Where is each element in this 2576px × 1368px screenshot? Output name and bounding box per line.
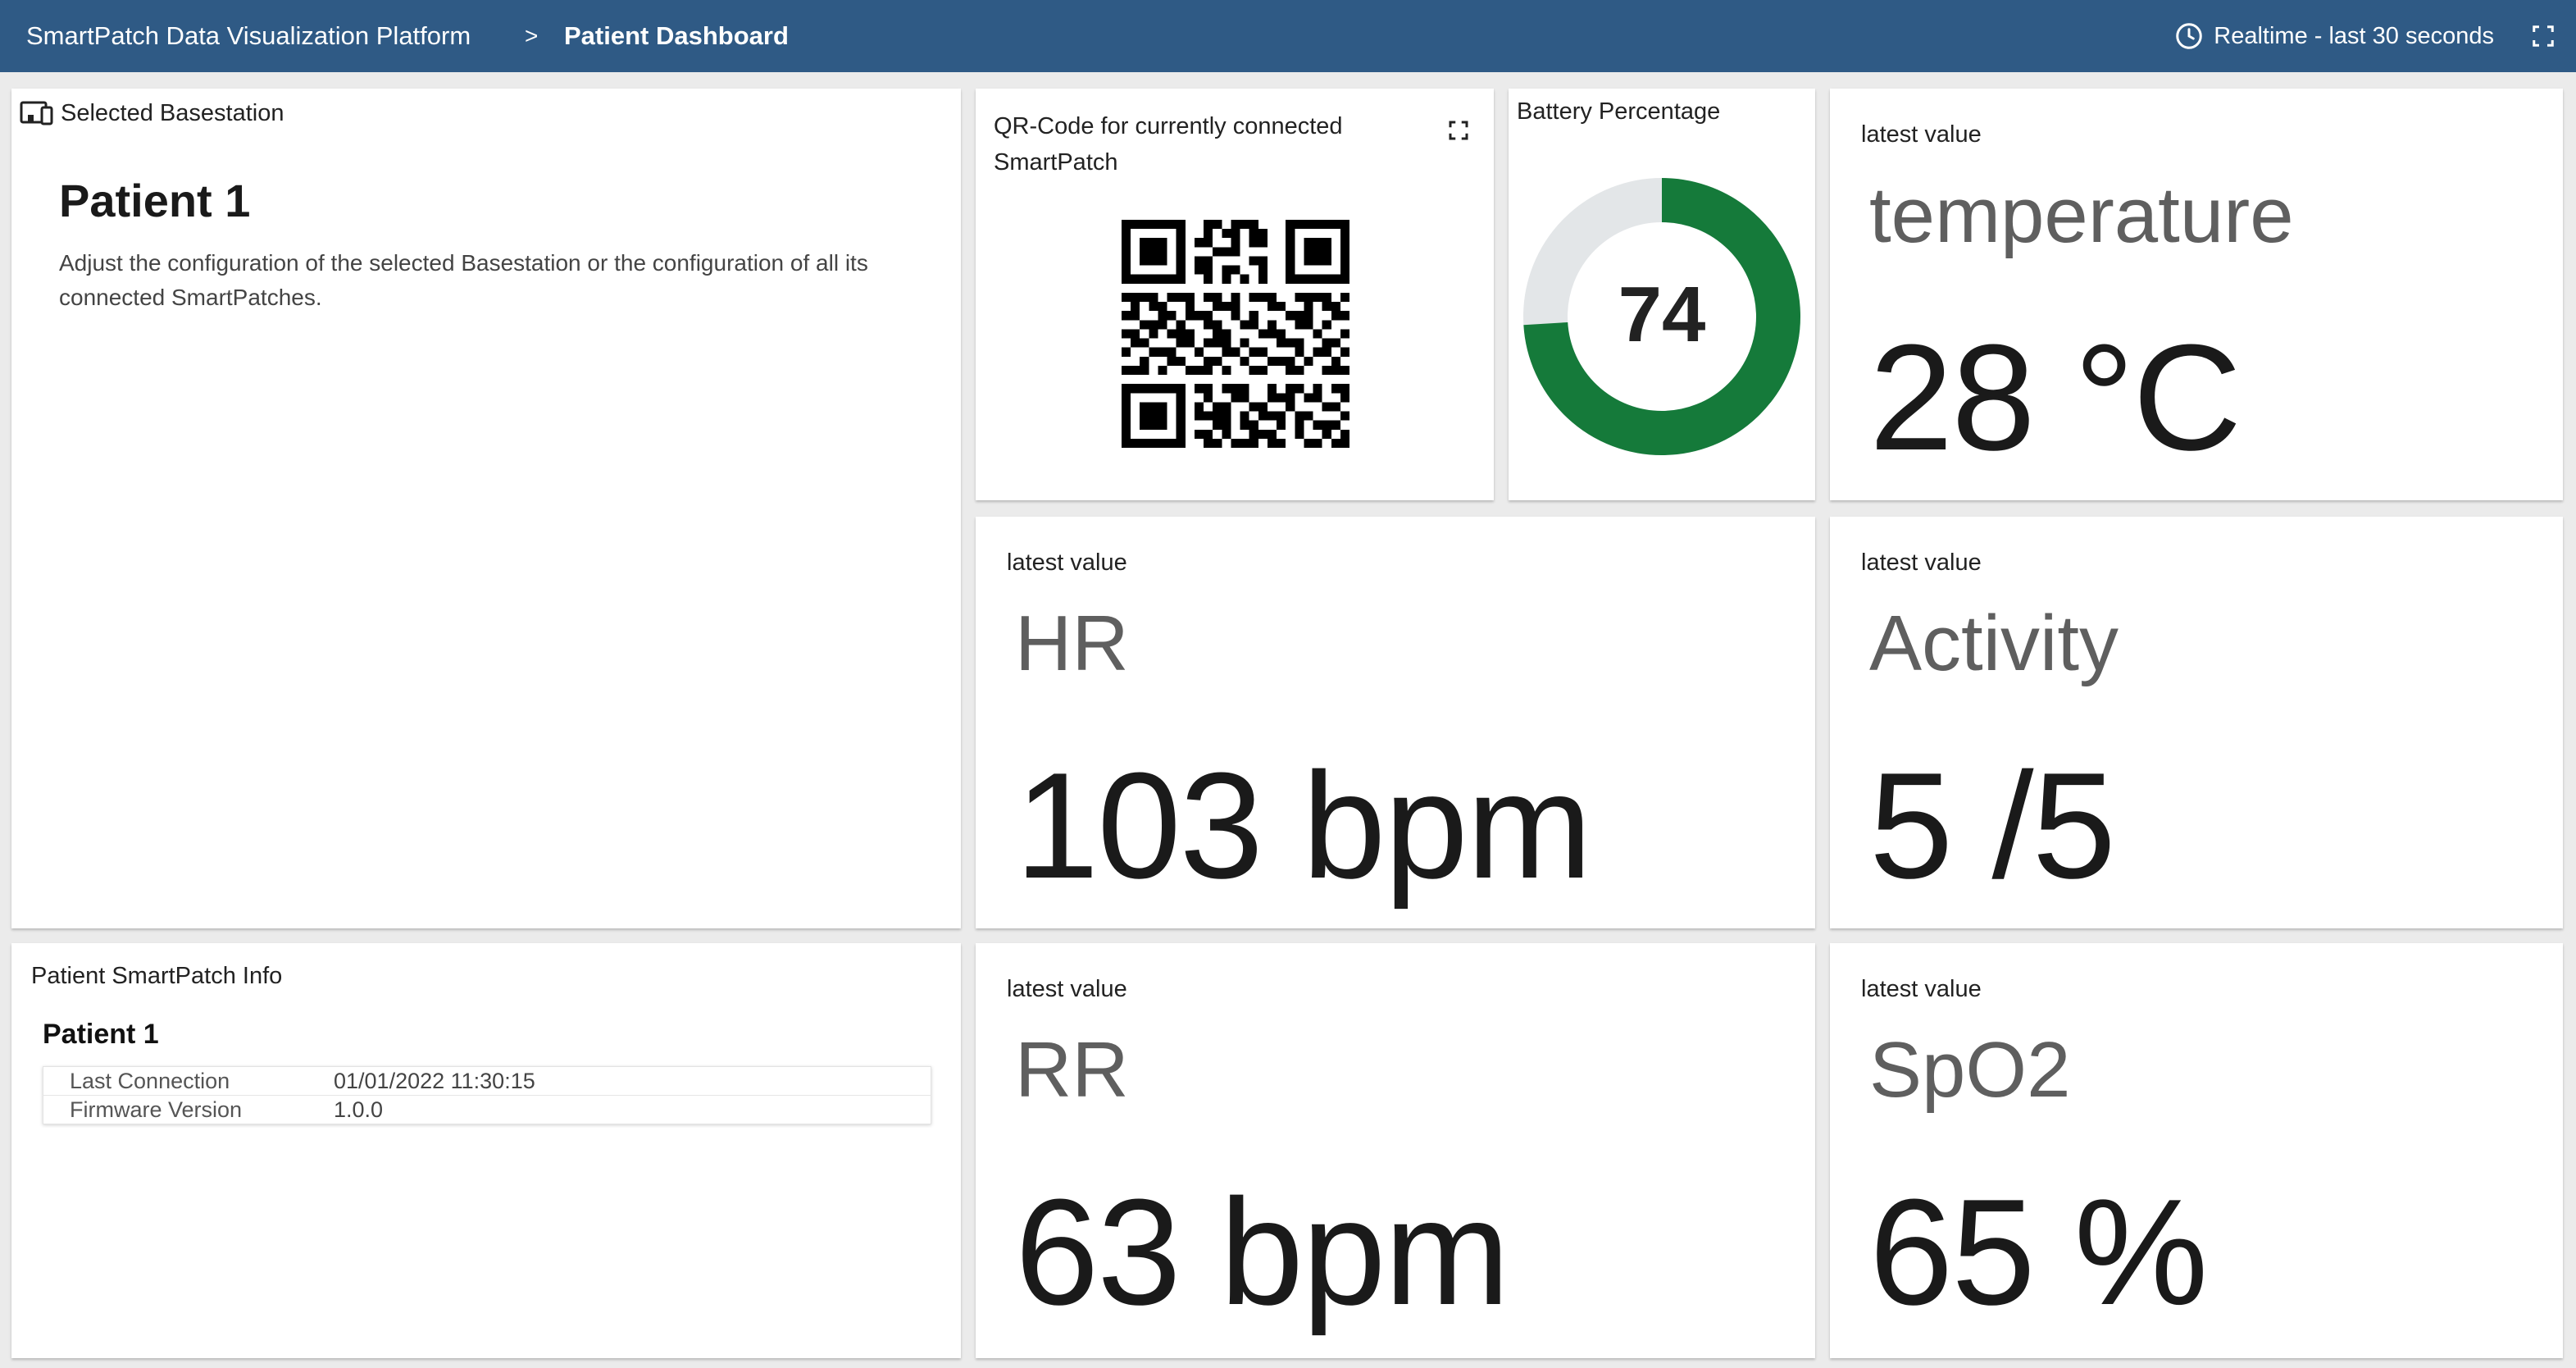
spo2-name: SpO2 bbox=[1869, 1026, 2071, 1114]
hr-panel: latest value HR 103 bpm bbox=[976, 517, 1815, 928]
activity-panel: latest value Activity 5 /5 bbox=[1830, 517, 2563, 928]
fullscreen-icon[interactable] bbox=[2528, 21, 2558, 51]
qr-panel-title: QR-Code for currently connected SmartPat… bbox=[994, 113, 1343, 176]
battery-panel: Battery Percentage 74 bbox=[1509, 89, 1815, 500]
temperature-label: latest value bbox=[1861, 121, 1982, 148]
spo2-value: 65 % bbox=[1869, 1167, 2208, 1336]
top-bar: SmartPatch Data Visualization Platform >… bbox=[0, 0, 2576, 72]
breadcrumb-current-page: Patient Dashboard bbox=[564, 21, 789, 50]
info-key: Firmware Version bbox=[43, 1095, 307, 1124]
smartpatch-info-panel: Patient SmartPatch Info Patient 1 Last C… bbox=[11, 943, 961, 1358]
info-key: Last Connection bbox=[70, 1068, 230, 1093]
rr-label: latest value bbox=[1007, 976, 1127, 1002]
basestation-panel-title: Selected Basestation bbox=[61, 100, 284, 126]
temperature-name: temperature bbox=[1869, 171, 2294, 259]
hr-name: HR bbox=[1015, 600, 1129, 687]
spo2-panel: latest value SpO2 65 % bbox=[1830, 943, 2563, 1358]
rr-panel: latest value RR 63 bpm bbox=[976, 943, 1815, 1358]
basestation-patient-name: Patient 1 bbox=[59, 175, 251, 226]
expand-icon[interactable] bbox=[1446, 118, 1471, 147]
battery-gauge: 74 bbox=[1523, 178, 1800, 455]
qr-code-panel: QR-Code for currently connected SmartPat… bbox=[976, 89, 1494, 500]
rr-value: 63 bpm bbox=[1015, 1167, 1510, 1336]
battery-panel-title: Battery Percentage bbox=[1517, 98, 1721, 125]
info-value: 1.0.0 bbox=[307, 1095, 931, 1124]
hr-label: latest value bbox=[1007, 549, 1127, 576]
hr-value: 103 bpm bbox=[1015, 741, 1592, 910]
temperature-value: 28 °C bbox=[1869, 312, 2241, 481]
clock-icon bbox=[2174, 21, 2204, 51]
info-table: Last Connection 01/01/2022 11:30:15 Firm… bbox=[43, 1066, 931, 1124]
info-patient-name: Patient 1 bbox=[43, 1019, 159, 1050]
basestation-description: Adjust the configuration of the selected… bbox=[59, 250, 868, 310]
temperature-panel: latest value temperature 28 °C bbox=[1830, 89, 2563, 500]
info-panel-title: Patient SmartPatch Info bbox=[31, 963, 283, 989]
breadcrumb-separator: > bbox=[525, 23, 539, 48]
activity-name: Activity bbox=[1869, 600, 2119, 687]
info-value: 01/01/2022 11:30:15 bbox=[334, 1068, 535, 1093]
activity-value: 5 /5 bbox=[1869, 741, 2116, 910]
qr-code-image bbox=[1122, 220, 1349, 448]
battery-value: 74 bbox=[1618, 271, 1706, 358]
info-row-last-connection: Last Connection 01/01/2022 11:30:15 bbox=[43, 1067, 931, 1096]
rr-name: RR bbox=[1015, 1026, 1129, 1114]
basestation-panel: Selected Basestation Patient 1 Adjust th… bbox=[11, 89, 961, 928]
spo2-label: latest value bbox=[1861, 976, 1982, 1002]
time-range-label: Realtime - last 30 seconds bbox=[2214, 22, 2494, 49]
devices-icon bbox=[20, 100, 54, 130]
activity-label: latest value bbox=[1861, 549, 1982, 576]
info-row-firmware-version: Firmware Version 1.0.0 bbox=[43, 1095, 931, 1124]
time-range-picker[interactable]: Realtime - last 30 seconds bbox=[2174, 0, 2494, 72]
breadcrumb-root[interactable]: SmartPatch Data Visualization Platform bbox=[26, 0, 471, 72]
